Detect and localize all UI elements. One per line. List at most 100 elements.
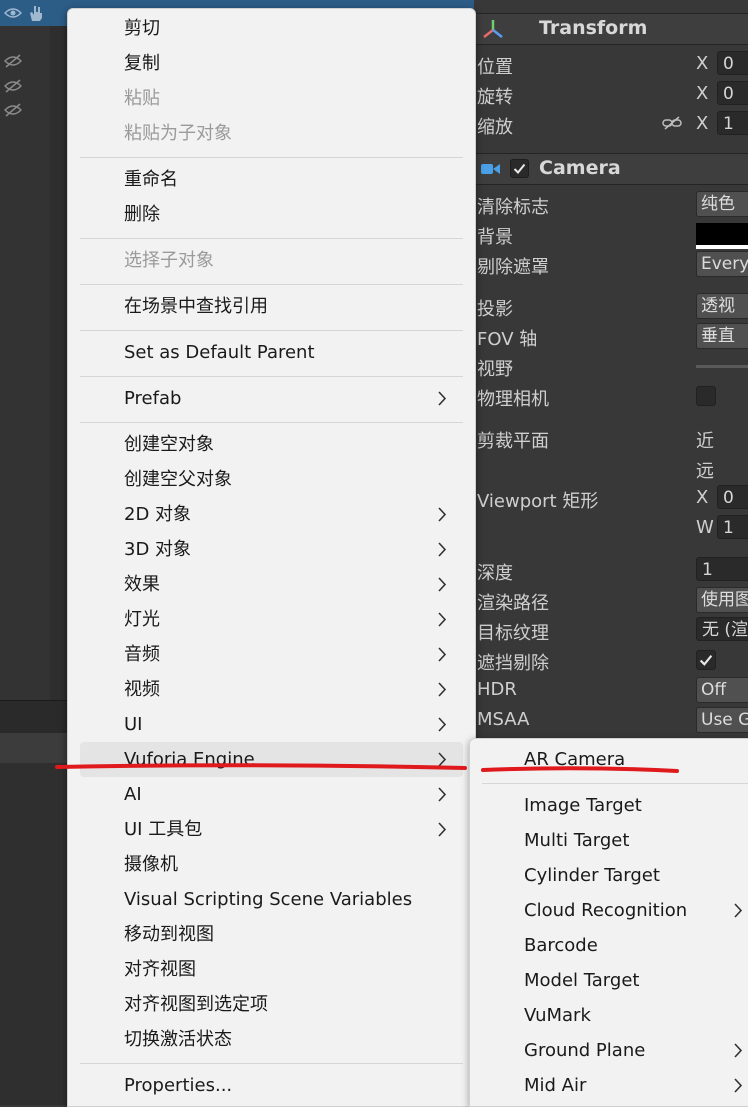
chevron-right-icon (734, 1043, 743, 1058)
menu-item-label: 删除 (124, 204, 160, 225)
menu-item-label: Properties... (124, 1075, 233, 1096)
submenu-item-barcode[interactable]: Barcode (478, 928, 748, 963)
submenu-item-image-target[interactable]: Image Target (478, 788, 748, 823)
clear-flags-dropdown[interactable]: 纯色 (696, 191, 748, 217)
menu-item-create-empty[interactable]: 创建空对象 (80, 427, 463, 462)
menu-item-audio[interactable]: 音频 (80, 637, 463, 672)
msaa-dropdown[interactable]: Use G (696, 707, 748, 733)
position-x-field[interactable]: 0 (717, 51, 748, 75)
position-label: 位置 (477, 57, 513, 78)
occlusion-culling-checkbox[interactable] (696, 650, 716, 670)
menu-item-ui-toolkit[interactable]: UI 工具包 (80, 812, 463, 847)
menu-item-label: Prefab (124, 388, 182, 409)
menu-item-3d-object[interactable]: 3D 对象 (80, 532, 463, 567)
submenu-item-ground-plane[interactable]: Ground Plane (478, 1033, 748, 1068)
viewport-x-label[interactable]: X (696, 487, 708, 508)
menu-item-find-references[interactable]: 在场景中查找引用 (80, 289, 463, 324)
eye-hidden-icon[interactable] (4, 103, 22, 117)
menu-item-ai[interactable]: AI (80, 777, 463, 812)
menu-item-vuforia-engine[interactable]: Vuforia Engine (80, 742, 463, 777)
eye-hidden-icon[interactable] (4, 54, 22, 68)
camera-enabled-checkbox[interactable] (510, 159, 529, 178)
position-x-label[interactable]: X (696, 53, 708, 74)
menu-item-create-empty-parent[interactable]: 创建空父对象 (80, 462, 463, 497)
menu-item-paste: 粘贴 (80, 81, 463, 116)
chevron-right-icon (438, 717, 447, 732)
menu-item-ui[interactable]: UI (80, 707, 463, 742)
menu-item-label: Vuforia Engine (124, 749, 255, 770)
viewport-x-field[interactable]: 0 (717, 485, 748, 509)
menu-item-effects[interactable]: 效果 (80, 567, 463, 602)
menu-item-cut[interactable]: 剪切 (80, 11, 463, 46)
menu-item-align-view-to-selected[interactable]: 对齐视图到选定项 (80, 987, 463, 1022)
menu-item-toggle-active-state[interactable]: 切换激活状态 (80, 1022, 463, 1057)
menu-item-set-default-parent[interactable]: Set as Default Parent (80, 335, 463, 370)
scale-x-label[interactable]: X (696, 113, 708, 134)
camera-header[interactable]: Camera (474, 153, 748, 185)
submenu-item-label: Cloud Recognition (524, 900, 688, 921)
target-texture-field[interactable]: 无 (渲 (696, 617, 748, 641)
menu-item-rename[interactable]: 重命名 (80, 162, 463, 197)
field-of-view-slider[interactable] (696, 365, 748, 368)
fov-axis-dropdown[interactable]: 垂直 (696, 323, 748, 349)
target-texture-label: 目标纹理 (477, 623, 549, 644)
rotation-x-label[interactable]: X (696, 83, 708, 104)
submenu-item-cloud-recognition[interactable]: Cloud Recognition (478, 893, 748, 928)
menu-separator (80, 238, 463, 239)
submenu-item-cylinder-target[interactable]: Cylinder Target (478, 858, 748, 893)
menu-item-delete[interactable]: 删除 (80, 197, 463, 232)
submenu-item-vumark[interactable]: VuMark (478, 998, 748, 1033)
menu-item-move-to-view[interactable]: 移动到视图 (80, 917, 463, 952)
clipping-far-label[interactable]: 远 (696, 457, 714, 483)
physical-camera-label: 物理相机 (477, 389, 549, 410)
occlusion-culling-label: 遮挡剔除 (477, 653, 549, 674)
menu-item-copy[interactable]: 复制 (80, 46, 463, 81)
link-icon[interactable] (662, 115, 682, 131)
viewport-w-field[interactable]: 1 (717, 515, 748, 539)
menu-item-label: 切换激活状态 (124, 1029, 232, 1050)
menu-item-align-with-view[interactable]: 对齐视图 (80, 952, 463, 987)
hand-icon[interactable] (28, 4, 44, 22)
chevron-right-icon (438, 507, 447, 522)
physical-camera-checkbox[interactable] (696, 386, 716, 406)
culling-mask-dropdown[interactable]: Every (696, 251, 748, 277)
viewport-w-label[interactable]: W (696, 517, 714, 538)
menu-item-label: Set as Default Parent (124, 342, 315, 363)
menu-item-video[interactable]: 视频 (80, 672, 463, 707)
rendering-path-dropdown[interactable]: 使用图 (696, 587, 748, 613)
scale-x-field[interactable]: 1 (717, 111, 748, 135)
menu-item-label: 摄像机 (124, 854, 178, 875)
clear-flags-label: 清除标志 (477, 197, 549, 218)
submenu-item-ar-camera[interactable]: AR Camera (478, 742, 748, 777)
eye-hidden-icon[interactable] (4, 79, 22, 93)
projection-dropdown[interactable]: 透视 (696, 293, 748, 319)
menu-item-label: 音频 (124, 644, 160, 665)
menu-item-camera[interactable]: 摄像机 (80, 847, 463, 882)
transform-header[interactable]: Transform (474, 13, 748, 45)
culling-mask-label: 剔除遮罩 (477, 257, 549, 278)
eye-icon[interactable] (4, 6, 22, 20)
menu-item-visual-scripting-scene-variables[interactable]: Visual Scripting Scene Variables (80, 882, 463, 917)
submenu-item-label: AR Camera (524, 749, 626, 770)
camera-icon (481, 164, 500, 174)
background-color-swatch[interactable] (696, 223, 748, 249)
menu-item-light[interactable]: 灯光 (80, 602, 463, 637)
menu-item-label: 粘贴为子对象 (124, 123, 232, 144)
chevron-right-icon (734, 1078, 743, 1093)
hdr-dropdown[interactable]: Off (696, 677, 748, 703)
submenu-item-mid-air[interactable]: Mid Air (478, 1068, 748, 1103)
clipping-near-label[interactable]: 近 (696, 427, 714, 453)
menu-item-prefab[interactable]: Prefab (80, 381, 463, 416)
menu-item-2d-object[interactable]: 2D 对象 (80, 497, 463, 532)
rotation-x-field[interactable]: 0 (717, 81, 748, 105)
depth-field[interactable]: 1 (696, 557, 748, 581)
rendering-path-label: 渲染路径 (477, 593, 549, 614)
submenu-item-label: Image Target (524, 795, 642, 816)
chevron-right-icon (438, 542, 447, 557)
menu-item-properties[interactable]: Properties... (80, 1068, 463, 1103)
submenu-item-model-target[interactable]: Model Target (478, 963, 748, 998)
menu-item-label: Visual Scripting Scene Variables (124, 889, 413, 910)
menu-separator (80, 376, 463, 377)
chevron-right-icon (438, 752, 447, 767)
submenu-item-multi-target[interactable]: Multi Target (478, 823, 748, 858)
